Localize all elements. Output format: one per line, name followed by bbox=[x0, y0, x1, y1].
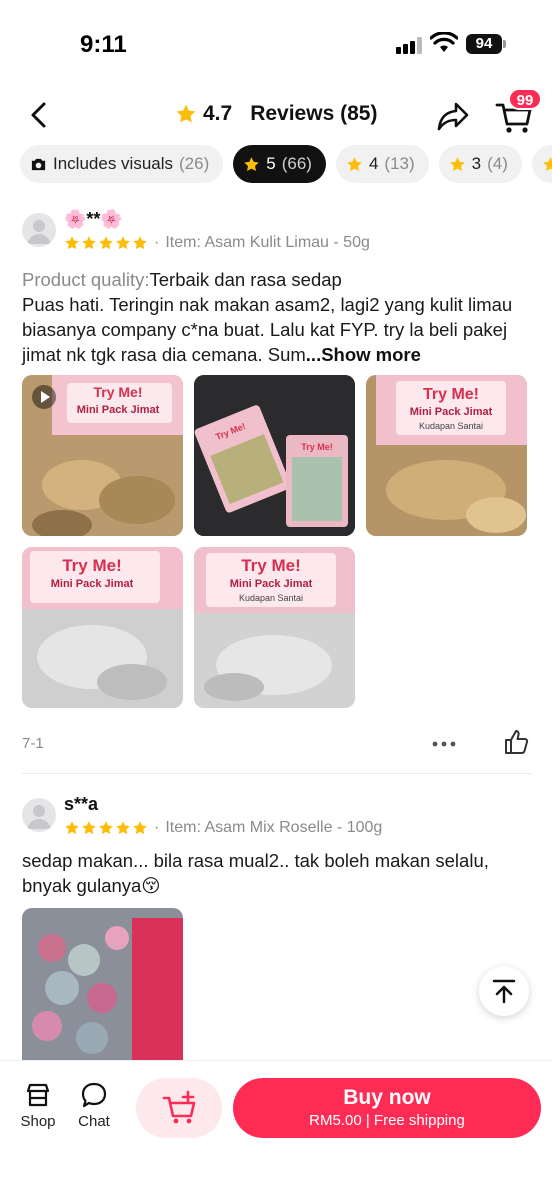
svg-text:Try Me!: Try Me! bbox=[241, 556, 301, 575]
add-to-cart-button[interactable] bbox=[136, 1078, 222, 1138]
chat-icon bbox=[81, 1082, 107, 1108]
product-photo: Try Me! Mini Pack Jimat bbox=[22, 547, 183, 708]
review-card: 🌸**🌸 · Item: Asam Kulit Limau - 50g Prod… bbox=[22, 209, 532, 758]
avatar[interactable] bbox=[22, 798, 56, 832]
star-icon bbox=[244, 156, 259, 171]
review-text: Product quality:Terbaik dan rasa sedap P… bbox=[22, 267, 532, 367]
filter-label: 4 bbox=[368, 154, 379, 173]
filter-count: (66) bbox=[281, 154, 312, 173]
filter-count: (4) bbox=[487, 154, 508, 173]
svg-text:Try Me!: Try Me! bbox=[62, 556, 122, 575]
top-nav: 4.7 Reviews (85) 99 bbox=[0, 88, 552, 142]
svg-text:Mini Pack Jimat: Mini Pack Jimat bbox=[410, 406, 493, 418]
review-video-thumbnail[interactable]: Try Me! Mini Pack Jimat bbox=[22, 375, 183, 536]
arrow-up-icon bbox=[492, 979, 516, 1004]
shop-icon bbox=[26, 1083, 50, 1107]
product-photo bbox=[22, 908, 183, 1060]
review-photo[interactable]: Try Me! Mini Pack Jimat Kudapan Santai bbox=[366, 375, 527, 536]
review-photo[interactable]: Try Me! Mini Pack Jimat Kudapan Santai bbox=[194, 547, 355, 708]
review-item-variant: Item: Asam Mix Roselle - 100g bbox=[165, 819, 383, 836]
show-more-link[interactable]: ...Show more bbox=[306, 344, 421, 365]
svg-text:Mini Pack Jimat: Mini Pack Jimat bbox=[51, 578, 134, 590]
rating-filter-bar: Includes visuals (26) 5 (66) 4 (13) 3 (4… bbox=[20, 145, 552, 185]
shop-button[interactable]: Shop bbox=[18, 1081, 58, 1130]
filter-5-star[interactable]: 5 (66) bbox=[233, 145, 326, 183]
star-icon bbox=[543, 156, 552, 171]
play-icon bbox=[32, 385, 56, 409]
signal-icon bbox=[396, 36, 424, 54]
filter-count: (26) bbox=[179, 154, 210, 173]
svg-text:Kudapan Santai: Kudapan Santai bbox=[239, 593, 303, 603]
chat-button[interactable]: Chat bbox=[74, 1081, 114, 1130]
avatar[interactable] bbox=[22, 213, 56, 247]
review-photo[interactable] bbox=[22, 908, 183, 1060]
reviewer-name: s**a bbox=[64, 794, 99, 814]
camera-icon bbox=[31, 158, 46, 170]
review-card: s**a · Item: Asam Mix Roselle - 100g sed… bbox=[22, 794, 532, 1060]
product-photo: Try Me! Try Me! bbox=[194, 375, 355, 536]
separator-dot: · bbox=[154, 819, 160, 836]
filter-count: (13) bbox=[384, 154, 415, 173]
svg-text:Mini Pack Jimat: Mini Pack Jimat bbox=[230, 578, 313, 590]
price-shipping-label: RM5.00 | Free shipping bbox=[309, 1112, 465, 1129]
review-body: Puas hati. Teringin nak makan asam2, lag… bbox=[22, 294, 513, 365]
star-icon bbox=[449, 156, 465, 171]
buy-now-button[interactable]: Buy now RM5.00 | Free shipping bbox=[233, 1078, 541, 1138]
more-options-icon[interactable] bbox=[432, 740, 456, 748]
filter-2-star[interactable]: 2 (2 bbox=[531, 145, 552, 183]
shop-label: Shop bbox=[20, 1113, 56, 1130]
review-text: sedap makan... bila rasa mual2.. tak bol… bbox=[22, 850, 489, 896]
battery-icon: 94 bbox=[466, 34, 506, 54]
review-photo[interactable]: Try Me! Try Me! bbox=[194, 375, 355, 536]
add-cart-icon bbox=[162, 1090, 196, 1124]
svg-text:Try Me!: Try Me! bbox=[93, 384, 142, 400]
five-stars-icon bbox=[64, 235, 148, 251]
star-icon bbox=[176, 104, 196, 123]
star-icon bbox=[347, 156, 362, 171]
thumbs-up-icon[interactable] bbox=[502, 728, 530, 756]
filter-label: Includes visuals bbox=[53, 154, 174, 173]
back-arrow-icon[interactable] bbox=[24, 100, 54, 130]
svg-text:Try Me!: Try Me! bbox=[423, 386, 479, 403]
filter-4-star[interactable]: 4 (13) bbox=[335, 145, 429, 183]
review-item-variant: Item: Asam Kulit Limau - 50g bbox=[165, 234, 370, 251]
filter-includes-visuals[interactable]: Includes visuals (26) bbox=[20, 145, 224, 183]
product-photo: Try Me! Mini Pack Jimat Kudapan Santai bbox=[366, 375, 527, 536]
scroll-to-top-button[interactable] bbox=[479, 966, 529, 1016]
share-icon[interactable] bbox=[436, 100, 470, 132]
filter-label: 3 bbox=[471, 154, 482, 173]
page-title: 4.7 Reviews (85) bbox=[175, 102, 377, 126]
cart-badge: 99 bbox=[508, 88, 542, 110]
reviewer-name: 🌸**🌸 bbox=[64, 209, 123, 229]
product-photo: Try Me! Mini Pack Jimat Kudapan Santai bbox=[194, 547, 355, 708]
rating-value: 4.7 bbox=[203, 102, 233, 125]
bottom-action-bar: Shop Chat Buy now RM5.00 | Free shipping bbox=[0, 1060, 552, 1200]
separator-dot: · bbox=[154, 234, 160, 251]
wifi-icon bbox=[430, 32, 458, 52]
quality-label: Product quality: bbox=[22, 269, 150, 290]
quality-value: Terbaik dan rasa sedap bbox=[149, 269, 342, 290]
review-date: 7-1 bbox=[22, 735, 44, 752]
default-avatar-icon bbox=[27, 805, 51, 829]
review-divider bbox=[22, 773, 532, 774]
five-stars-icon bbox=[64, 820, 148, 836]
svg-text:Mini Pack Jimat: Mini Pack Jimat bbox=[77, 404, 160, 416]
filter-3-star[interactable]: 3 (4) bbox=[438, 145, 522, 183]
review-photo[interactable]: Try Me! Mini Pack Jimat bbox=[22, 547, 183, 708]
review-rating-line: · Item: Asam Mix Roselle - 100g bbox=[64, 819, 382, 837]
reviews-count: Reviews (85) bbox=[250, 102, 378, 125]
svg-text:Kudapan Santai: Kudapan Santai bbox=[419, 421, 483, 431]
filter-label: 5 bbox=[266, 154, 276, 173]
status-bar: 9:11 94 bbox=[0, 0, 552, 90]
chat-label: Chat bbox=[78, 1113, 110, 1130]
default-avatar-icon bbox=[27, 220, 51, 244]
svg-text:Try Me!: Try Me! bbox=[301, 442, 333, 452]
buy-now-label: Buy now bbox=[343, 1086, 431, 1109]
review-rating-line: · Item: Asam Kulit Limau - 50g bbox=[64, 234, 370, 252]
status-time: 9:11 bbox=[80, 31, 127, 58]
